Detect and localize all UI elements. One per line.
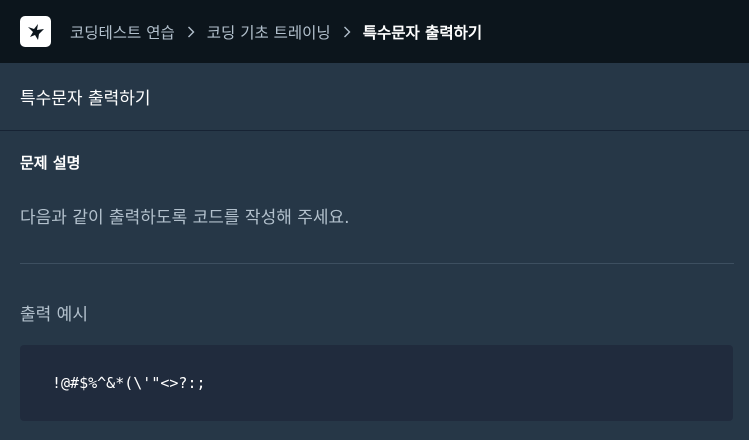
section-divider: [20, 263, 734, 264]
breadcrumb-current-problem: 특수문자 출력하기: [362, 23, 483, 42]
bird-logo-icon: [27, 23, 44, 40]
breadcrumb: 코딩테스트 연습 코딩 기초 트레이닝 특수문자 출력하기: [70, 0, 482, 63]
chevron-right-icon: [187, 26, 195, 38]
chevron-right-icon: [343, 26, 351, 38]
home-logo-button[interactable]: [20, 16, 51, 47]
breadcrumb-coding-test[interactable]: 코딩테스트 연습: [70, 21, 175, 43]
problem-description-text: 다음과 같이 출력하도록 코드를 작성해 주세요.: [20, 208, 350, 228]
problem-description-heading: 문제 설명: [20, 154, 81, 172]
breadcrumb-basic-training[interactable]: 코딩 기초 트레이닝: [207, 21, 331, 43]
output-example-code-block: !@#$%^&*(\'"<>?:;: [20, 345, 733, 421]
output-example-code: !@#$%^&*(\'"<>?:;: [52, 374, 206, 392]
problem-title-bar: 특수문자 출력하기: [0, 63, 749, 131]
problem-title: 특수문자 출력하기: [20, 89, 151, 109]
output-example-heading: 출력 예시: [20, 305, 88, 325]
top-navigation-bar: 코딩테스트 연습 코딩 기초 트레이닝 특수문자 출력하기: [0, 0, 749, 63]
